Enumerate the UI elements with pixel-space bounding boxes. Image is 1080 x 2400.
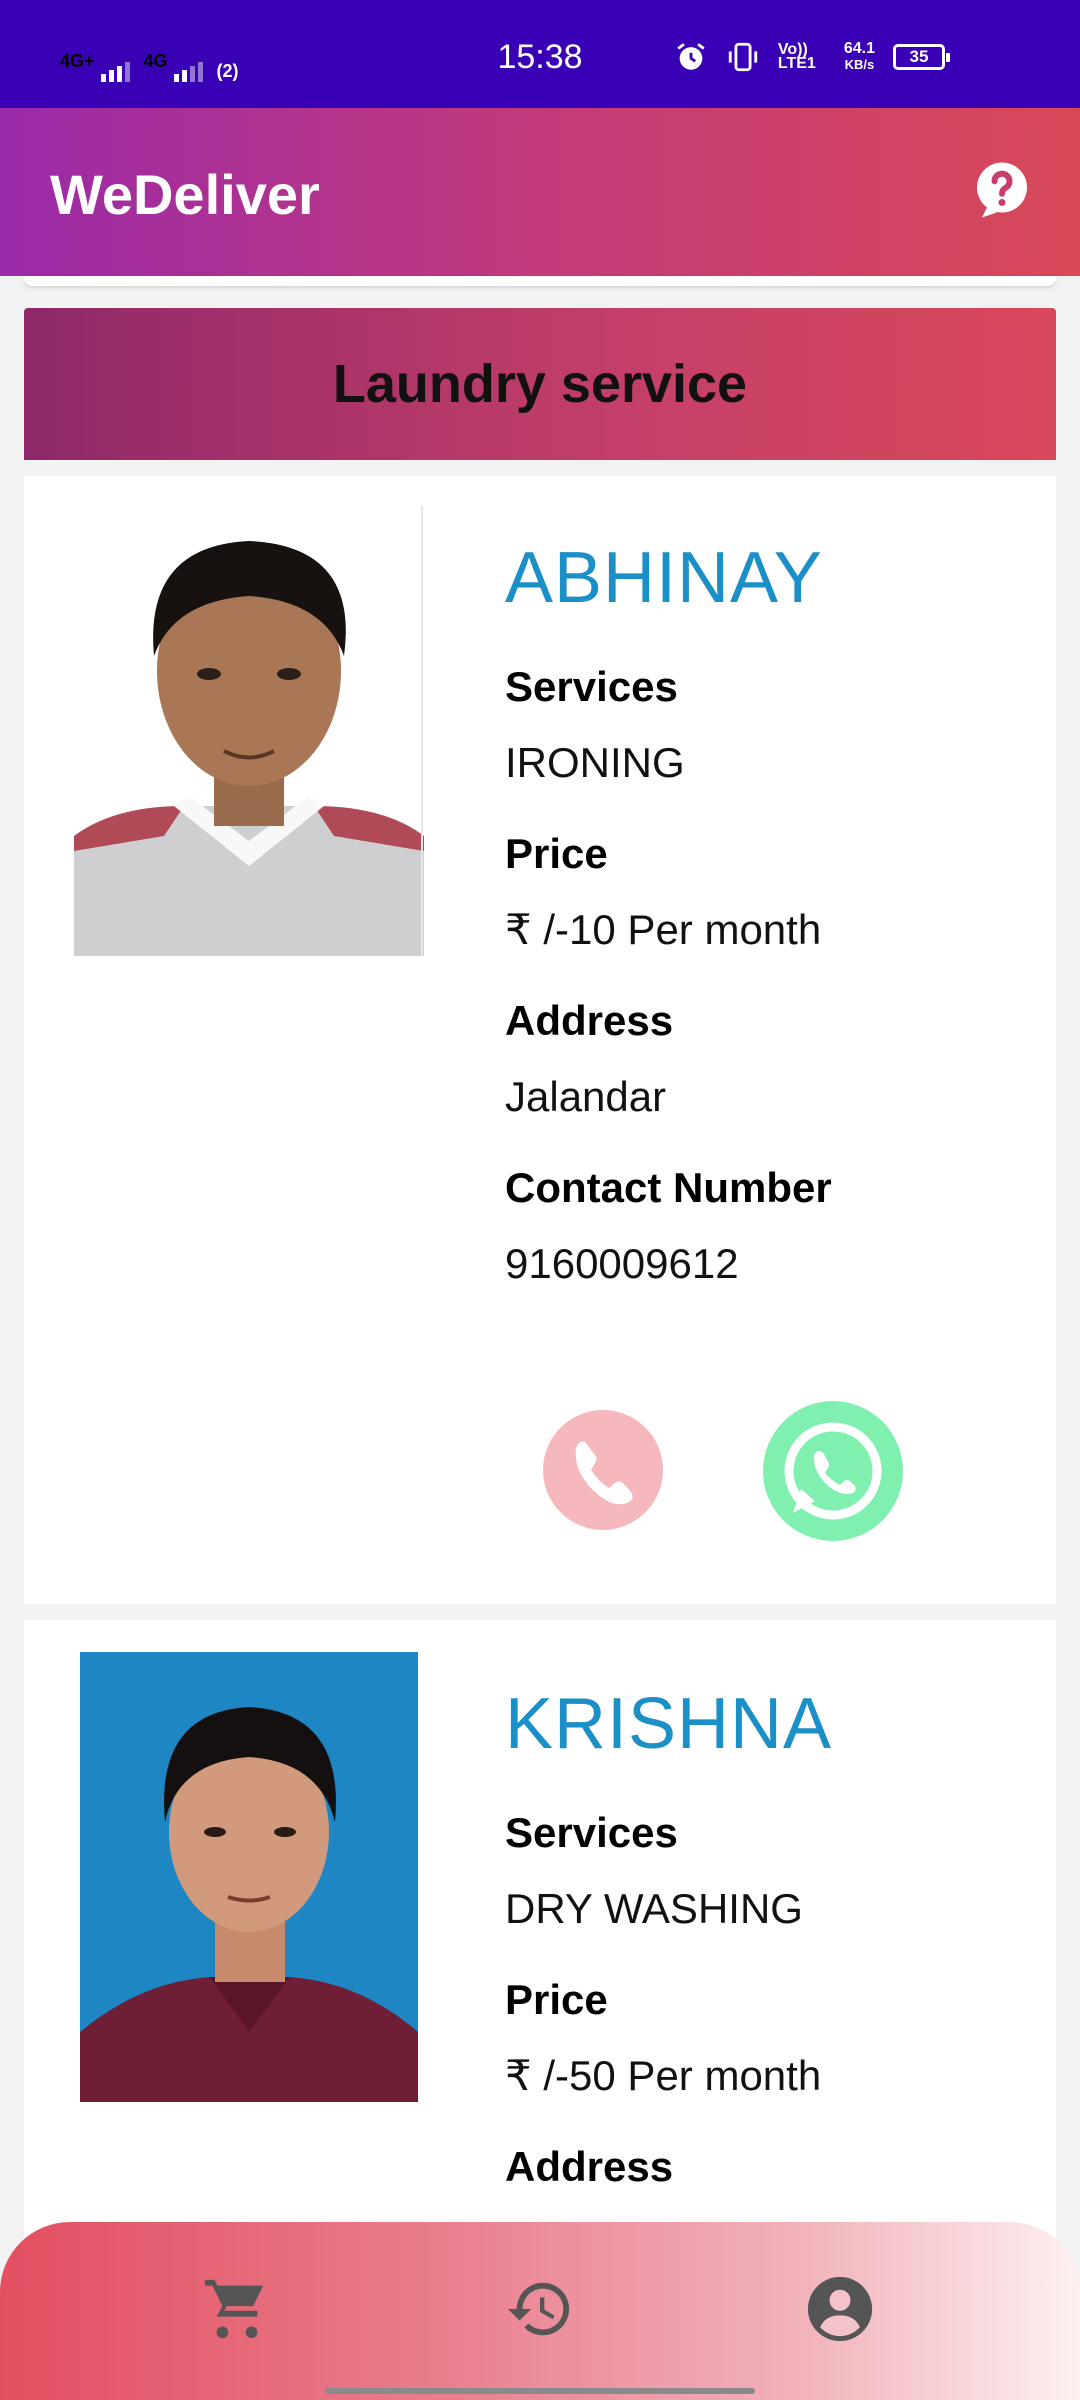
speed-unit: KB/s	[844, 57, 875, 72]
provider-name: ABHINAY	[505, 538, 823, 618]
app-bar: WeDeliver	[0, 108, 1080, 276]
provider-info: ABHINAY Services IRONING Price ₹ /-10 Pe…	[505, 542, 832, 1334]
services-label: Services	[505, 1809, 678, 1856]
price-value: ₹ /-10 Per month	[505, 906, 822, 953]
previous-card-edge	[24, 276, 1056, 286]
provider-name: KRISHNA	[505, 1684, 833, 1764]
contact-value: 9160009612	[505, 1240, 739, 1287]
services-value: DRY WASHING	[505, 1885, 803, 1932]
phone-icon	[575, 1441, 633, 1505]
provider-card[interactable]: ABHINAY Services IRONING Price ₹ /-10 Pe…	[24, 476, 1056, 1604]
provider-photo	[80, 1652, 418, 2102]
whatsapp-button[interactable]	[763, 1401, 903, 1541]
status-right: Vo)) LTE1 64.1 KB/s 35	[674, 40, 950, 74]
volte-indicator: Vo)) LTE1	[777, 41, 816, 72]
gesture-bar	[325, 2388, 755, 2394]
vibrate-icon	[728, 42, 758, 72]
speed-value: 64.1	[843, 40, 875, 57]
screen: 4G+ 4G (2) 15:38 Vo)) LTE1 64.1 KB/s 35 …	[0, 0, 1080, 2400]
price-value: ₹ /-50 Per month	[505, 2052, 822, 2099]
battery-level: 35	[909, 47, 929, 66]
contact-label: Contact Number	[505, 1164, 832, 1211]
account-icon[interactable]	[805, 2274, 875, 2344]
alarm-icon	[677, 43, 705, 70]
battery-icon: 35	[893, 44, 950, 70]
network-speed: 64.1 KB/s	[844, 41, 875, 73]
help-circle-icon[interactable]	[972, 160, 1032, 220]
provider-info: KRISHNA Services DRY WASHING Price ₹ /-5…	[505, 1688, 832, 2188]
provider-photo	[74, 506, 424, 956]
address-label: Address	[505, 2143, 674, 2190]
status-bar: 4G+ 4G (2) 15:38 Vo)) LTE1 64.1 KB/s 35	[0, 0, 1080, 108]
app-title: WeDeliver	[50, 163, 320, 226]
section-title: Laundry service	[332, 354, 748, 414]
bottom-navigation	[0, 2222, 1080, 2400]
section-header: Laundry service	[24, 308, 1056, 460]
price-label: Price	[505, 1976, 608, 2023]
address-label: Address	[505, 997, 674, 1044]
whatsapp-icon	[784, 1422, 882, 1520]
address-value: Jalandar	[505, 1073, 667, 1120]
services-value: IRONING	[505, 739, 685, 786]
services-label: Services	[505, 663, 678, 710]
photo-divider	[421, 506, 423, 956]
cart-icon[interactable]	[202, 2274, 272, 2344]
price-label: Price	[505, 830, 608, 877]
history-icon[interactable]	[505, 2274, 575, 2344]
call-button[interactable]	[543, 1410, 663, 1530]
